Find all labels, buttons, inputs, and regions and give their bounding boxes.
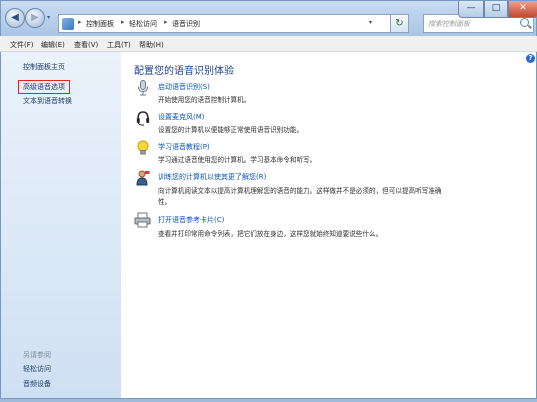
lightbulb-icon (137, 140, 149, 155)
item-description: 向计算机阅读文本以提高计算机理解您的语音的能力。这样做并不是必须的，但可以提高听… (158, 187, 442, 195)
train-computer-link[interactable]: 训练您的计算机以使其更了解您(R) (158, 172, 266, 182)
menu-bar: 文件(F) 编辑(E) 查看(V) 工具(T) 帮助(H) (0, 36, 537, 52)
menu-tools[interactable]: 工具(T) (107, 40, 131, 50)
item-description-line2: 性。 (158, 198, 172, 206)
see-also-ease-of-access[interactable]: 轻松访问 (23, 364, 51, 374)
breadcrumb-separator: ▸ (121, 18, 125, 26)
breadcrumb-separator: ▸ (164, 18, 168, 26)
sidebar-item-advanced-speech-options[interactable]: 高级语音选项 (18, 80, 70, 94)
arrow-right-icon: ▶ (31, 12, 39, 23)
minimize-button[interactable]: — (458, 1, 484, 18)
address-bar[interactable]: ▸ 控制面板 ▸ 轻松访问 ▸ 语音识别 ▾ (58, 14, 391, 33)
sidebar: 控制面板主页 高级语音选项 文本到语音转换 另请参阅 轻松访问 音频设备 (0, 52, 121, 400)
forward-button[interactable]: ▶ (25, 8, 45, 28)
recent-pages-dropdown[interactable]: ▾ (47, 14, 50, 21)
menu-file[interactable]: 文件(F) (10, 40, 34, 50)
item-description: 开始使用您的语音控制计算机。 (158, 96, 251, 104)
sidebar-item-text-to-speech[interactable]: 文本到语音转换 (23, 96, 72, 106)
menu-help[interactable]: 帮助(H) (139, 40, 164, 50)
printer-icon (134, 212, 151, 228)
headset-icon (136, 111, 150, 126)
main-content (121, 52, 537, 400)
take-speech-tutorial-link[interactable]: 学习语音教程(P) (158, 142, 210, 152)
start-speech-recognition-link[interactable]: 启动语音识别(S) (158, 82, 210, 92)
search-input[interactable]: 搜索控制面板 (428, 19, 470, 29)
sidebar-item-control-panel-home[interactable]: 控制面板主页 (23, 62, 65, 72)
search-icon[interactable] (520, 18, 529, 27)
maximize-button[interactable]: □ (484, 1, 508, 18)
address-dropdown-icon[interactable]: ▾ (369, 19, 372, 26)
page-title: 配置您的语音识别体验 (134, 66, 234, 77)
help-icon[interactable]: ? (526, 54, 535, 63)
see-also-title: 另请参阅 (23, 351, 51, 359)
item-description: 学习通过语音使用您的计算机。学习基本命令和听写。 (158, 156, 317, 164)
window-bottom-border (0, 398, 537, 402)
open-speech-reference-card-link[interactable]: 打开语音参考卡片(C) (158, 215, 224, 225)
breadcrumb-ease-of-access[interactable]: 轻松访问 (129, 19, 157, 29)
refresh-icon: ↻ (395, 18, 404, 29)
microphone-icon (138, 80, 148, 96)
breadcrumb-speech-recognition[interactable]: 语音识别 (172, 19, 200, 29)
item-description: 设置您的计算机以便能够正常使用语音识别功能。 (158, 126, 304, 134)
arrow-left-icon: ◀ (11, 12, 19, 23)
menu-view[interactable]: 查看(V) (74, 40, 98, 50)
breadcrumb-control-panel[interactable]: 控制面板 (86, 19, 114, 29)
item-description: 查看并打印常用命令列表，把它们放在身边，这样您就始终知道要说些什么。 (158, 230, 383, 238)
set-up-microphone-link[interactable]: 设置麦克风(M) (158, 112, 205, 122)
control-panel-icon (62, 18, 74, 30)
back-button[interactable]: ◀ (5, 8, 25, 28)
breadcrumb-separator: ▸ (78, 18, 82, 26)
menu-edit[interactable]: 编辑(E) (41, 40, 65, 50)
user-train-icon (136, 170, 150, 186)
refresh-button[interactable]: ↻ (390, 14, 409, 33)
see-also-audio-devices[interactable]: 音频设备 (23, 379, 51, 389)
close-button[interactable]: ✕ (508, 1, 537, 18)
title-bar: ◀ ▶ ▾ ▸ 控制面板 ▸ 轻松访问 ▸ 语音识别 ▾ ↻ 搜索控制面板 — … (0, 0, 537, 36)
